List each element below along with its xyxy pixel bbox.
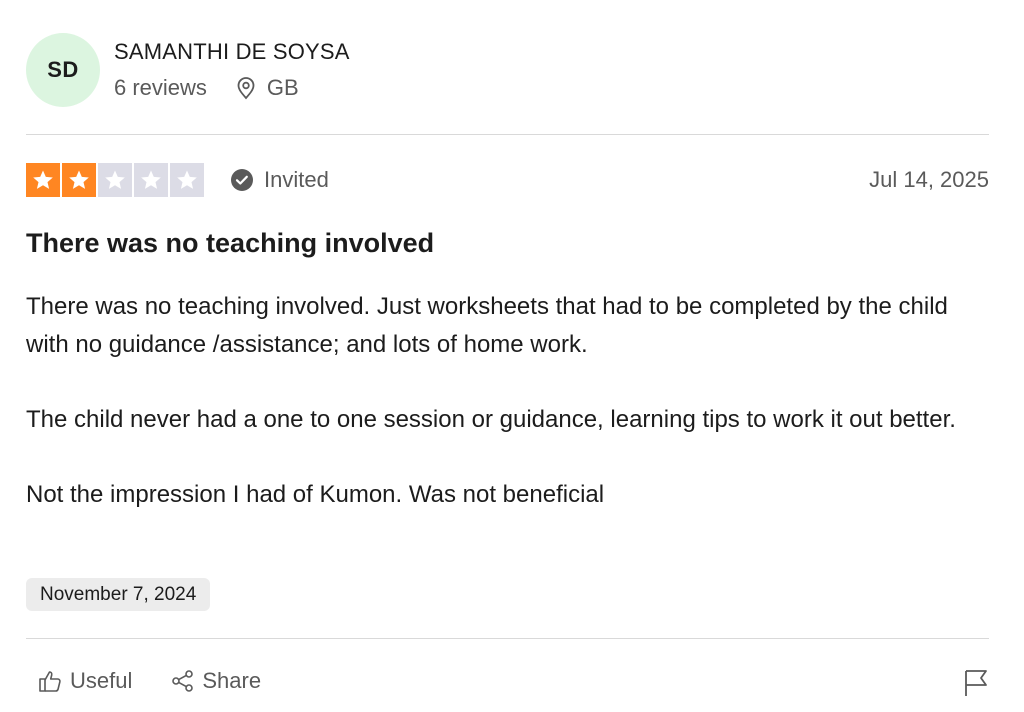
reviewer-location: GB xyxy=(235,74,299,102)
thumbs-up-icon xyxy=(39,671,61,692)
flag-icon xyxy=(965,670,987,696)
reviewer-meta: 6 reviews GB xyxy=(114,74,350,102)
avatar[interactable]: SD xyxy=(26,33,100,107)
rating-row: Invited Jul 14, 2025 xyxy=(26,163,989,197)
reviews-count: 6 reviews xyxy=(114,75,207,100)
review-paragraph: Not the impression I had of Kumon. Was n… xyxy=(26,480,605,508)
star-empty-icon xyxy=(170,163,204,197)
avatar-initials: SD xyxy=(47,57,79,82)
location-code: GB xyxy=(266,75,299,100)
star-filled-icon xyxy=(26,163,60,197)
useful-button[interactable]: Useful xyxy=(38,668,132,694)
share-icon xyxy=(172,670,194,692)
review-date: Jul 14, 2025 xyxy=(869,167,989,192)
invited-label: Invited xyxy=(264,167,329,192)
reviewer-header: SD SAMANTHI DE SOYSA 6 reviews GB xyxy=(26,33,350,107)
star-empty-icon xyxy=(134,163,168,197)
useful-label: Useful xyxy=(70,668,133,693)
review-actions: Useful Share xyxy=(38,668,261,694)
review-title[interactable]: There was no teaching involved xyxy=(26,226,434,260)
check-circle-icon xyxy=(231,169,253,191)
divider-bottom xyxy=(26,638,989,639)
star-rating xyxy=(26,163,204,197)
invited-badge[interactable]: Invited xyxy=(230,167,329,193)
reviewer-info: SAMANTHI DE SOYSA 6 reviews GB xyxy=(114,38,350,102)
share-label: Share xyxy=(202,668,262,693)
report-button[interactable] xyxy=(962,668,990,703)
experience-date-badge: November 7, 2024 xyxy=(26,578,211,611)
reviewer-name[interactable]: SAMANTHI DE SOYSA xyxy=(114,38,350,66)
divider-top xyxy=(26,134,989,135)
review-paragraph: There was no teaching involved. Just wor… xyxy=(26,293,948,358)
star-empty-icon xyxy=(98,163,132,197)
review-paragraph: The child never had a one to one session… xyxy=(26,405,956,433)
review-body: There was no teaching involved. Just wor… xyxy=(26,288,986,513)
location-pin-icon xyxy=(237,77,255,100)
star-filled-icon xyxy=(62,163,96,197)
share-button[interactable]: Share xyxy=(170,668,261,694)
